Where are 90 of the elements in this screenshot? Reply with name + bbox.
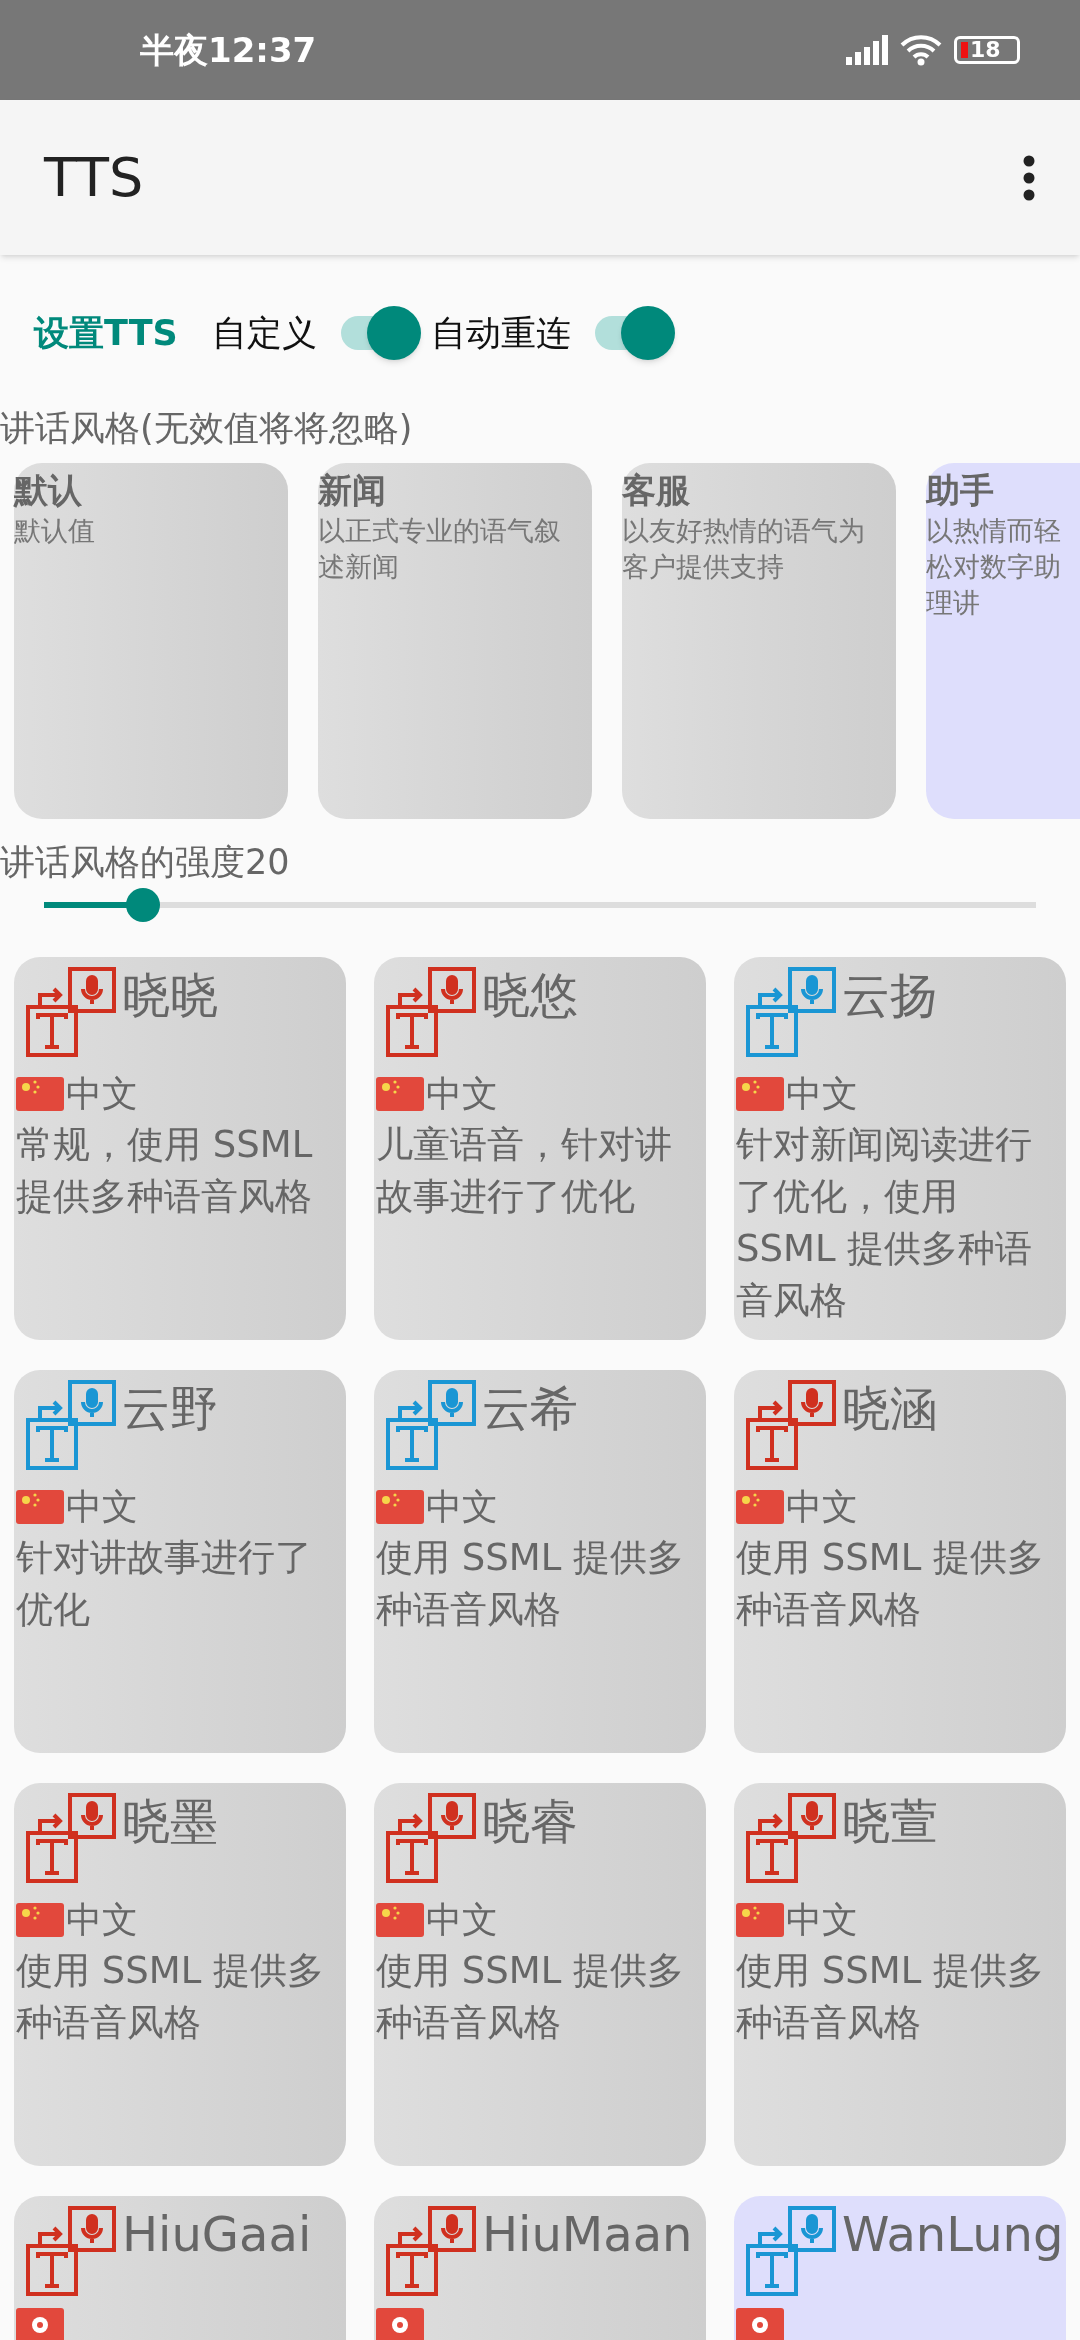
china-flag-icon bbox=[376, 1903, 424, 1937]
text-to-speech-icon bbox=[26, 1793, 118, 1885]
voice-language: 中文 bbox=[786, 1898, 858, 1942]
voice-description: 使用 SSML 提供多种语音风格 bbox=[16, 1948, 326, 2046]
voice-language: 中文 bbox=[66, 1898, 138, 1942]
voice-card[interactable]: HiuGaai bbox=[14, 2196, 346, 2340]
more-options-icon[interactable] bbox=[1022, 154, 1036, 201]
voice-description: 常规，使用 SSML 提供多种语音风格 bbox=[16, 1122, 314, 1220]
text-to-speech-icon bbox=[386, 967, 478, 1059]
voice-name: 晓涵 bbox=[842, 1380, 938, 1436]
text-to-speech-icon bbox=[746, 2206, 838, 2298]
text-to-speech-icon bbox=[386, 2206, 478, 2298]
china-flag-icon bbox=[736, 1903, 784, 1937]
strength-slider[interactable] bbox=[44, 887, 1036, 923]
text-to-speech-icon bbox=[746, 1380, 838, 1472]
text-to-speech-icon bbox=[26, 2206, 118, 2298]
voice-description: 使用 SSML 提供多种语音风格 bbox=[736, 1535, 1046, 1633]
section-label: 讲话风格(无效值将将忽略) bbox=[0, 407, 414, 450]
hong-kong-flag-icon bbox=[16, 2308, 64, 2340]
voice-name: 云希 bbox=[482, 1380, 578, 1436]
wifi-icon bbox=[900, 34, 942, 66]
toggle-label: 自动重连 bbox=[430, 311, 571, 355]
style-name: 助手 bbox=[926, 469, 995, 512]
style-card[interactable]: 助手 以热情而轻松对数字助理讲 bbox=[926, 463, 1080, 819]
text-to-speech-icon bbox=[386, 1793, 478, 1885]
voice-card[interactable]: 云希 中文 使用 SSML 提供多种语音风格 bbox=[374, 1370, 706, 1753]
china-flag-icon bbox=[376, 1490, 424, 1524]
voice-description: 针对新闻阅读进行了优化，使用 SSML 提供多种语音风格 bbox=[736, 1122, 1034, 1324]
voice-card[interactable]: 云扬 中文 针对新闻阅读进行了优化，使用 SSML 提供多种语音风格 bbox=[734, 957, 1066, 1340]
voice-name: WanLung bbox=[842, 2206, 1064, 2262]
settings-heading: 设置TTS bbox=[34, 311, 178, 355]
china-flag-icon bbox=[16, 1903, 64, 1937]
app-title: TTS bbox=[44, 145, 144, 211]
toggle-label: 自定义 bbox=[211, 311, 317, 355]
voice-card[interactable]: HiuMaan bbox=[374, 2196, 706, 2340]
text-to-speech-icon bbox=[26, 967, 118, 1059]
voice-card[interactable]: 晓墨 中文 使用 SSML 提供多种语音风格 bbox=[14, 1783, 346, 2166]
voice-name: 晓晓 bbox=[122, 967, 218, 1023]
voice-name: 晓萱 bbox=[842, 1793, 938, 1849]
voice-description: 针对讲故事进行了优化 bbox=[16, 1535, 313, 1633]
voice-language: 中文 bbox=[426, 1898, 498, 1942]
voice-name: 云野 bbox=[122, 1380, 218, 1436]
china-flag-icon bbox=[16, 1077, 64, 1111]
style-card[interactable]: 客服 以友好热情的语气为客户提供支持 bbox=[622, 463, 896, 819]
china-flag-icon bbox=[16, 1490, 64, 1524]
voice-card[interactable]: 晓悠 中文 儿童语音，针对讲故事进行了优化 bbox=[374, 957, 706, 1340]
voice-card[interactable]: 晓萱 中文 使用 SSML 提供多种语音风格 bbox=[734, 1783, 1066, 2166]
china-flag-icon bbox=[736, 1490, 784, 1524]
voice-name: HiuMaan bbox=[482, 2206, 693, 2262]
voice-card[interactable]: 晓涵 中文 使用 SSML 提供多种语音风格 bbox=[734, 1370, 1066, 1753]
style-card[interactable]: 新闻 以正式专业的语气叙述新闻 bbox=[318, 463, 592, 819]
china-flag-icon bbox=[376, 1077, 424, 1111]
voice-card[interactable]: 晓睿 中文 使用 SSML 提供多种语音风格 bbox=[374, 1783, 706, 2166]
status-time: 半夜12:37 bbox=[140, 28, 317, 72]
voice-name: 晓睿 bbox=[482, 1793, 578, 1849]
voice-language: 中文 bbox=[786, 1485, 858, 1529]
style-card[interactable]: 默认 默认值 bbox=[14, 463, 288, 819]
voice-name: 晓悠 bbox=[482, 967, 578, 1023]
voice-card[interactable]: WanLung bbox=[734, 2196, 1066, 2340]
text-to-speech-icon bbox=[26, 1380, 118, 1472]
voice-description: 使用 SSML 提供多种语音风格 bbox=[376, 1535, 686, 1633]
voice-card[interactable]: 云野 中文 针对讲故事进行了优化 bbox=[14, 1370, 346, 1753]
voice-language: 中文 bbox=[426, 1072, 498, 1116]
style-description: 默认值 bbox=[14, 514, 96, 548]
strength-label: 讲话风格的强度20 bbox=[0, 841, 291, 884]
style-description: 以友好热情的语气为客户提供支持 bbox=[622, 514, 866, 584]
style-name: 客服 bbox=[622, 469, 691, 512]
hong-kong-flag-icon bbox=[736, 2308, 784, 2340]
voice-language: 中文 bbox=[66, 1072, 138, 1116]
signal-icon bbox=[846, 35, 888, 65]
voice-name: 晓墨 bbox=[122, 1793, 218, 1849]
text-to-speech-icon bbox=[386, 1380, 478, 1472]
voice-language: 中文 bbox=[66, 1485, 138, 1529]
voice-description: 使用 SSML 提供多种语音风格 bbox=[376, 1948, 686, 2046]
style-name: 默认 bbox=[14, 469, 83, 512]
china-flag-icon bbox=[736, 1077, 784, 1111]
voice-name: HiuGaai bbox=[122, 2206, 312, 2262]
hong-kong-flag-icon bbox=[376, 2308, 424, 2340]
text-to-speech-icon bbox=[746, 967, 838, 1059]
style-description: 以正式专业的语气叙述新闻 bbox=[318, 514, 562, 584]
style-description: 以热情而轻松对数字助理讲 bbox=[926, 514, 1062, 620]
voice-language: 中文 bbox=[426, 1485, 498, 1529]
battery-indicator: 18 bbox=[954, 36, 1020, 64]
text-to-speech-icon bbox=[746, 1793, 838, 1885]
voice-card[interactable]: 晓晓 中文 常规，使用 SSML 提供多种语音风格 bbox=[14, 957, 346, 1340]
voice-description: 使用 SSML 提供多种语音风格 bbox=[736, 1948, 1046, 2046]
voice-language: 中文 bbox=[786, 1072, 858, 1116]
voice-description: 儿童语音，针对讲故事进行了优化 bbox=[376, 1122, 673, 1220]
style-name: 新闻 bbox=[318, 469, 387, 512]
voice-name: 云扬 bbox=[842, 967, 938, 1023]
